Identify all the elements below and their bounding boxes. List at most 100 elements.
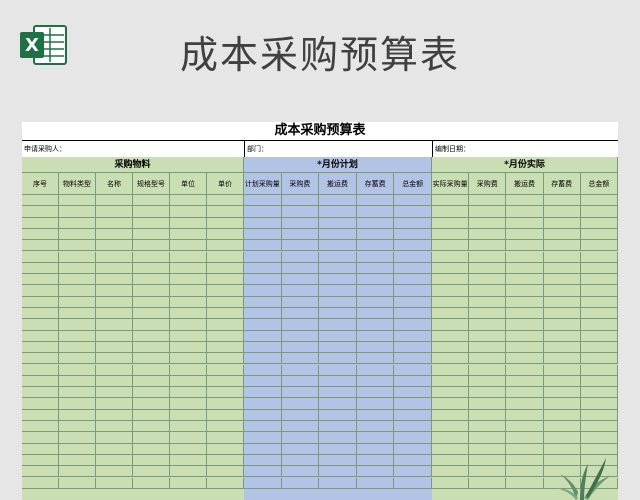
table-cell[interactable]	[281, 454, 320, 467]
table-cell[interactable]	[244, 421, 282, 433]
table-cell[interactable]	[543, 432, 581, 444]
table-cell[interactable]	[22, 251, 59, 263]
table-cell[interactable]	[59, 466, 96, 478]
table-cell[interactable]	[319, 228, 357, 241]
table-cell[interactable]	[170, 285, 207, 297]
table-cell[interactable]	[244, 285, 282, 297]
table-cell[interactable]	[133, 398, 170, 410]
table-cell[interactable]	[133, 421, 170, 433]
table-cell[interactable]	[356, 341, 395, 354]
table-cell[interactable]	[170, 341, 207, 354]
table-cell[interactable]	[133, 353, 170, 365]
table-cell[interactable]	[580, 206, 618, 218]
table-cell[interactable]	[543, 375, 581, 388]
table-cell[interactable]	[133, 432, 170, 444]
table-cell[interactable]	[96, 398, 133, 410]
table-cell[interactable]	[543, 296, 581, 308]
table-cell[interactable]	[244, 228, 282, 241]
table-cell[interactable]	[319, 375, 357, 388]
table-cell[interactable]	[506, 319, 544, 331]
table-cell[interactable]	[244, 477, 282, 489]
table-cell[interactable]	[543, 308, 581, 320]
table-cell[interactable]	[207, 341, 244, 354]
table-cell[interactable]	[319, 477, 357, 489]
table-cell[interactable]	[506, 387, 544, 399]
table-cell[interactable]	[356, 285, 395, 297]
table-cell[interactable]	[281, 228, 320, 241]
table-cell[interactable]	[506, 421, 544, 433]
table-cell[interactable]	[394, 251, 432, 263]
table-cell[interactable]	[543, 364, 581, 376]
table-cell[interactable]	[580, 319, 618, 331]
table-cell[interactable]	[281, 274, 320, 286]
table-cell[interactable]	[281, 285, 320, 297]
table-cell[interactable]	[59, 398, 96, 410]
table-cell[interactable]	[319, 341, 357, 354]
table-cell[interactable]	[59, 240, 96, 252]
table-cell[interactable]	[244, 409, 282, 421]
table-cell[interactable]	[244, 195, 282, 207]
table-cell[interactable]	[432, 443, 470, 455]
table-cell[interactable]	[580, 308, 618, 320]
table-cell[interactable]	[281, 398, 320, 410]
table-cell[interactable]	[133, 251, 170, 263]
table-cell[interactable]	[469, 353, 507, 365]
table-cell[interactable]	[506, 217, 544, 229]
table-cell[interactable]	[207, 195, 244, 207]
table-cell[interactable]	[432, 262, 470, 275]
table-cell[interactable]	[207, 409, 244, 421]
table-cell[interactable]	[22, 262, 59, 275]
table-cell[interactable]	[432, 240, 470, 252]
table-cell[interactable]	[244, 375, 282, 388]
table-cell[interactable]	[22, 353, 59, 365]
table-cell[interactable]	[506, 195, 544, 207]
table-cell[interactable]	[580, 387, 618, 399]
table-cell[interactable]	[59, 228, 96, 241]
table-cell[interactable]	[543, 285, 581, 297]
table-cell[interactable]	[356, 432, 395, 444]
table-cell[interactable]	[207, 353, 244, 365]
table-cell[interactable]	[281, 477, 320, 489]
table-cell[interactable]	[96, 432, 133, 444]
table-cell[interactable]	[432, 341, 470, 354]
table-cell[interactable]	[281, 421, 320, 433]
table-cell[interactable]	[281, 206, 320, 218]
table-cell[interactable]	[133, 454, 170, 467]
table-cell[interactable]	[207, 217, 244, 229]
table-cell[interactable]	[394, 274, 432, 286]
table-cell[interactable]	[170, 217, 207, 229]
table-cell[interactable]	[207, 330, 244, 342]
table-cell[interactable]	[96, 375, 133, 388]
table-cell[interactable]	[469, 308, 507, 320]
table-cell[interactable]	[580, 398, 618, 410]
table-cell[interactable]	[432, 330, 470, 342]
table-cell[interactable]	[207, 228, 244, 241]
table-cell[interactable]	[170, 353, 207, 365]
table-cell[interactable]	[22, 409, 59, 421]
table-cell[interactable]	[244, 206, 282, 218]
table-cell[interactable]	[133, 240, 170, 252]
table-cell[interactable]	[170, 443, 207, 455]
table-cell[interactable]	[244, 443, 282, 455]
table-cell[interactable]	[59, 477, 96, 489]
applicant-field[interactable]: 申请采购人：	[22, 141, 244, 157]
table-cell[interactable]	[244, 398, 282, 410]
table-cell[interactable]	[170, 319, 207, 331]
table-cell[interactable]	[22, 296, 59, 308]
table-cell[interactable]	[170, 477, 207, 489]
table-cell[interactable]	[394, 296, 432, 308]
table-cell[interactable]	[356, 375, 395, 388]
table-cell[interactable]	[22, 432, 59, 444]
table-cell[interactable]	[580, 409, 618, 421]
table-cell[interactable]	[506, 240, 544, 252]
table-cell[interactable]	[394, 240, 432, 252]
table-cell[interactable]	[543, 195, 581, 207]
table-cell[interactable]	[356, 454, 395, 467]
table-cell[interactable]	[96, 454, 133, 467]
table-cell[interactable]	[356, 443, 395, 455]
table-cell[interactable]	[207, 466, 244, 478]
table-cell[interactable]	[394, 228, 432, 241]
table-cell[interactable]	[394, 398, 432, 410]
table-cell[interactable]	[319, 454, 357, 467]
table-cell[interactable]	[432, 206, 470, 218]
